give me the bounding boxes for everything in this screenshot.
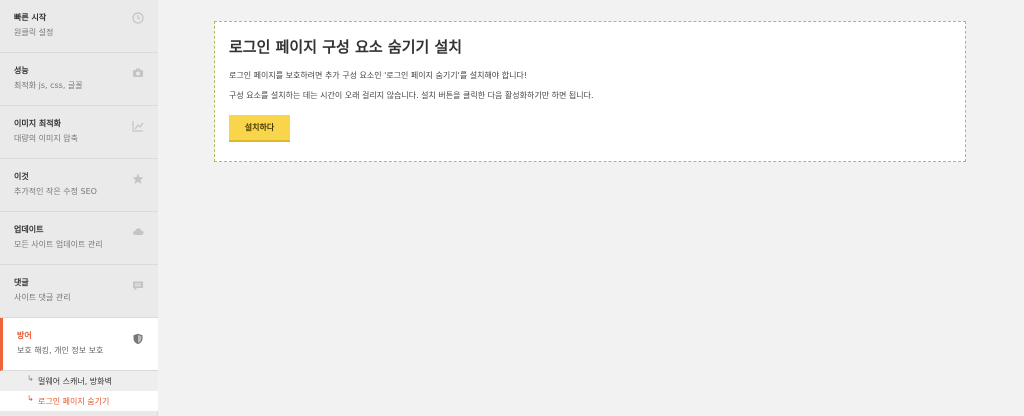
sidebar-item-subtitle: 최적화 js, css, 글꼴 bbox=[14, 81, 83, 90]
sidebar-subitem-malware-scanner[interactable]: ↳ 멀웨어 스캐너, 방화벽 bbox=[0, 371, 158, 391]
sidebar-subitem-label: 멀웨어 스캐너, 방화벽 bbox=[38, 377, 112, 386]
sidebar-item-title: 이것 bbox=[14, 172, 29, 181]
shield-icon bbox=[133, 333, 143, 345]
sidebar-item-subtitle: 사이트 댓글 관리 bbox=[14, 293, 71, 302]
sidebar-item-subtitle: 대량의 이미지 압축 bbox=[14, 134, 78, 143]
sidebar-subitem-label: 로그인 페이지 숨기기 bbox=[38, 397, 110, 406]
sidebar-item-quick-start[interactable]: 빠른 시작 원클릭 설정 bbox=[0, 0, 158, 53]
sidebar: 빠른 시작 원클릭 설정 성능 최적화 js, css, 글꼴 이미지 최적화 … bbox=[0, 0, 158, 416]
corner-arrow-icon: ↳ bbox=[27, 394, 34, 403]
panel-description-line-2: 구성 요소를 설치하는 데는 시간이 오래 걸리지 않습니다. 설치 버튼을 클… bbox=[229, 91, 594, 100]
panel-description-line-1: 로그인 페이지를 보호하려면 추가 구성 요소인 '로그인 페이지 숨기기'를 … bbox=[229, 71, 527, 80]
sidebar-item-title: 이미지 최적화 bbox=[14, 119, 61, 128]
sidebar-item-title: 방어 bbox=[17, 331, 32, 340]
chart-icon bbox=[132, 121, 144, 132]
sidebar-item-subtitle: 모든 사이트 업데이트 관리 bbox=[14, 240, 103, 249]
sidebar-item-performance[interactable]: 성능 최적화 js, css, 글꼴 bbox=[0, 53, 158, 106]
sidebar-item-title: 성능 bbox=[14, 66, 29, 75]
sidebar-item-defense[interactable]: 방어 보호 해킹, 개인 정보 보호 bbox=[0, 318, 158, 371]
sidebar-item-title: 업데이트 bbox=[14, 225, 44, 234]
cloud-icon bbox=[133, 228, 144, 235]
camera-icon bbox=[133, 68, 143, 77]
sidebar-item-title: 댓글 bbox=[14, 278, 29, 287]
sidebar-item-image-optimization[interactable]: 이미지 최적화 대량의 이미지 압축 bbox=[0, 106, 158, 159]
clock-icon bbox=[132, 12, 144, 24]
sidebar-item-updates[interactable]: 업데이트 모든 사이트 업데이트 관리 bbox=[0, 212, 158, 265]
install-component-panel: 로그인 페이지 구성 요소 숨기기 설치 로그인 페이지를 보호하려면 추가 구… bbox=[214, 21, 966, 162]
sidebar-item-title: 빠른 시작 bbox=[14, 13, 47, 22]
install-button[interactable]: 설치하다 bbox=[229, 115, 290, 142]
star-icon bbox=[132, 173, 144, 184]
sidebar-subitem-hide-login-page[interactable]: ↳ 로그인 페이지 숨기기 bbox=[0, 391, 158, 411]
sidebar-item-subtitle: 추가적인 작은 수정 SEO bbox=[14, 187, 97, 196]
corner-arrow-icon: ↳ bbox=[27, 374, 34, 383]
sidebar-item-comments[interactable]: 댓글 사이트 댓글 관리 bbox=[0, 265, 158, 318]
sidebar-item-subtitle: 보호 해킹, 개인 정보 보호 bbox=[17, 346, 104, 355]
sidebar-item-etc[interactable]: 이것 추가적인 작은 수정 SEO bbox=[0, 159, 158, 212]
panel-title: 로그인 페이지 구성 요소 숨기기 설치 bbox=[229, 38, 463, 56]
sidebar-item-subtitle: 원클릭 설정 bbox=[14, 28, 54, 37]
comment-icon bbox=[133, 281, 143, 291]
